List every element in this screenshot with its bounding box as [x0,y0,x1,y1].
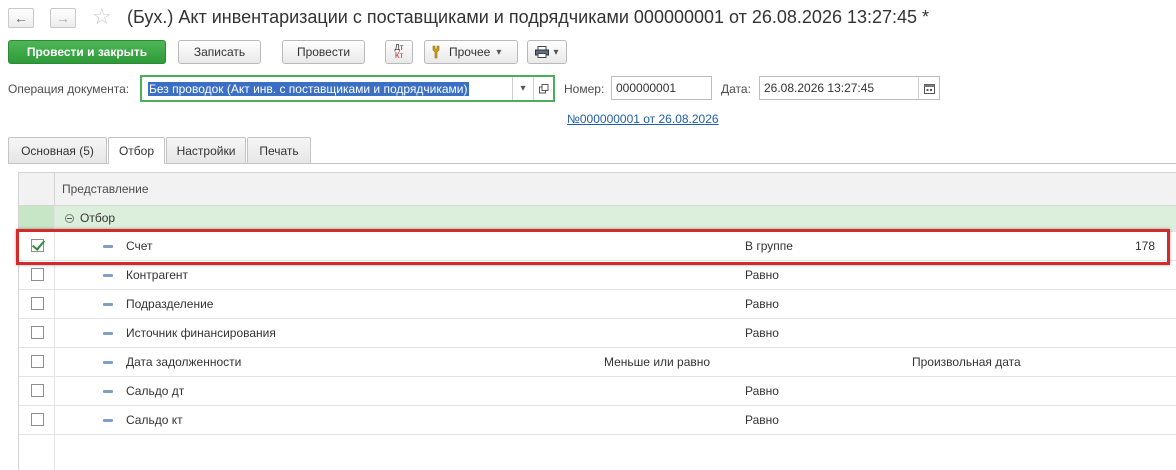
operation-select[interactable]: Без проводок (Акт инв. с поставщиками и … [140,75,555,102]
post-label: Провести [296,45,351,59]
date-label: Дата: [721,82,751,96]
filter-table: Представление Отбор Счет В группе 178 Ко… [18,172,1176,470]
number-input[interactable]: 000000001 [611,76,712,100]
save-button[interactable]: Записать [178,40,261,64]
post-button[interactable]: Провести [282,40,365,64]
tab-filter-label: Отбор [118,144,155,158]
chevron-down-icon[interactable]: ▾ [512,77,533,100]
table-row[interactable]: Дата задолженности Меньше или равно Прои… [19,348,1176,377]
row-name: Контрагент [126,268,189,282]
tab-print[interactable]: Печать [247,137,311,163]
table-row[interactable]: Сальдо дт Равно [19,377,1176,406]
tab-print-label: Печать [259,143,299,158]
post-and-close-button[interactable]: Провести и закрыть [8,40,166,64]
window-title: (Бух.) Акт инвентаризации с поставщиками… [127,7,930,27]
star-icon[interactable]: ☆ [92,4,112,30]
save-label: Записать [193,45,246,59]
filter-item-icon [103,361,113,364]
filter-item-icon [103,332,113,335]
forward-button[interactable]: → [50,8,76,28]
row-name: Сальдо дт [126,384,185,398]
arrow-right-icon: → [56,10,70,26]
table-row[interactable]: Подразделение Равно [19,290,1176,319]
table-row[interactable]: Контрагент Равно [19,261,1176,290]
row-condition[interactable]: Равно [745,268,779,282]
number-value: 000000001 [616,81,677,95]
date-input[interactable]: 26.08.2026 13:27:45 [759,76,940,100]
wrench-icon [431,45,441,59]
row-condition[interactable]: Равно [745,413,779,427]
dt-kt-icon: Дт Кт [394,44,403,60]
arrow-left-icon: ← [14,10,28,26]
table-row[interactable]: Сальдо кт Равно [19,406,1176,435]
table-row[interactable]: Источник финансирования Равно [19,319,1176,348]
document-link[interactable]: №000000001 от 26.08.2026 [567,112,719,126]
row-name: Подразделение [126,297,214,311]
row-value[interactable]: Произвольная дата [912,355,1021,369]
operation-value: Без проводок (Акт инв. с поставщиками и … [148,81,469,96]
filter-item-icon [103,303,113,306]
tab-main-label: Основная (5) [21,143,94,158]
collapse-icon[interactable] [65,214,74,223]
row-name: Дата задолженности [126,355,242,369]
row-condition[interactable]: Меньше или равно [604,355,710,369]
tab-settings-label: Настройки [176,143,236,158]
operation-label: Операция документа: [8,82,130,96]
filter-item-icon [103,390,113,393]
chevron-down-icon: ▾ [496,46,502,58]
column-header-presentation[interactable]: Представление [62,182,149,196]
date-value: 26.08.2026 13:27:45 [764,81,875,95]
row-name: Сальдо кт [126,413,183,427]
chevron-down-icon: ▾ [553,46,559,58]
row-condition[interactable]: Равно [745,297,779,311]
tab-filter[interactable]: Отбор [108,137,165,164]
filter-item-icon [103,274,113,277]
post-and-close-label: Провести и закрыть [26,45,148,59]
tab-main[interactable]: Основная (5) [8,137,107,163]
more-label: Прочее [449,45,491,59]
print-button[interactable]: ▾ [527,40,567,64]
dt-kt-button[interactable]: Дт Кт [385,40,413,64]
group-label: Отбор [80,211,116,225]
row-condition[interactable]: Равно [745,384,779,398]
tab-divider [8,163,1176,164]
checkbox-column-header [19,173,55,205]
open-icon[interactable] [533,77,554,100]
filter-item-icon [103,419,113,422]
row-name: Источник финансирования [126,326,276,340]
kt-text: Кт [394,51,404,60]
number-label: Номер: [564,82,605,96]
highlight-box [16,229,1170,265]
more-button[interactable]: Прочее ▾ [424,40,518,64]
table-header: Представление [19,173,1176,206]
row-condition[interactable]: Равно [745,326,779,340]
tab-settings[interactable]: Настройки [166,137,246,163]
printer-icon [535,46,550,58]
calendar-icon[interactable] [918,77,940,99]
back-button[interactable]: ← [8,8,34,28]
